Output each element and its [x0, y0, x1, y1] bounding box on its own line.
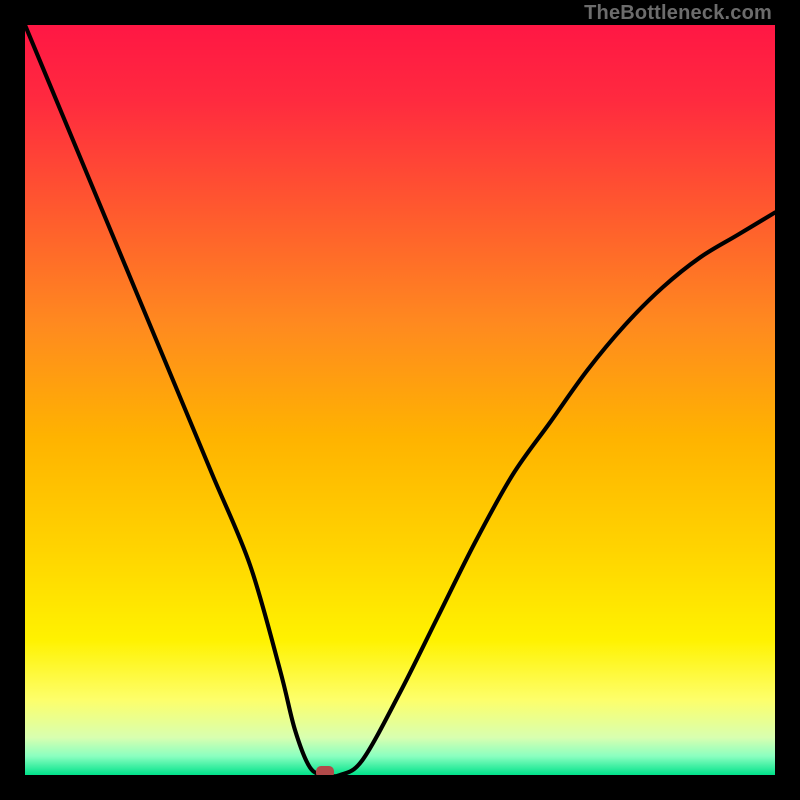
chart-frame: TheBottleneck.com: [0, 0, 800, 800]
plot-area: [25, 25, 775, 775]
optimal-point-marker: [316, 766, 334, 775]
curve-layer: [25, 25, 775, 775]
watermark-text: TheBottleneck.com: [584, 2, 772, 25]
bottleneck-curve: [25, 25, 775, 775]
